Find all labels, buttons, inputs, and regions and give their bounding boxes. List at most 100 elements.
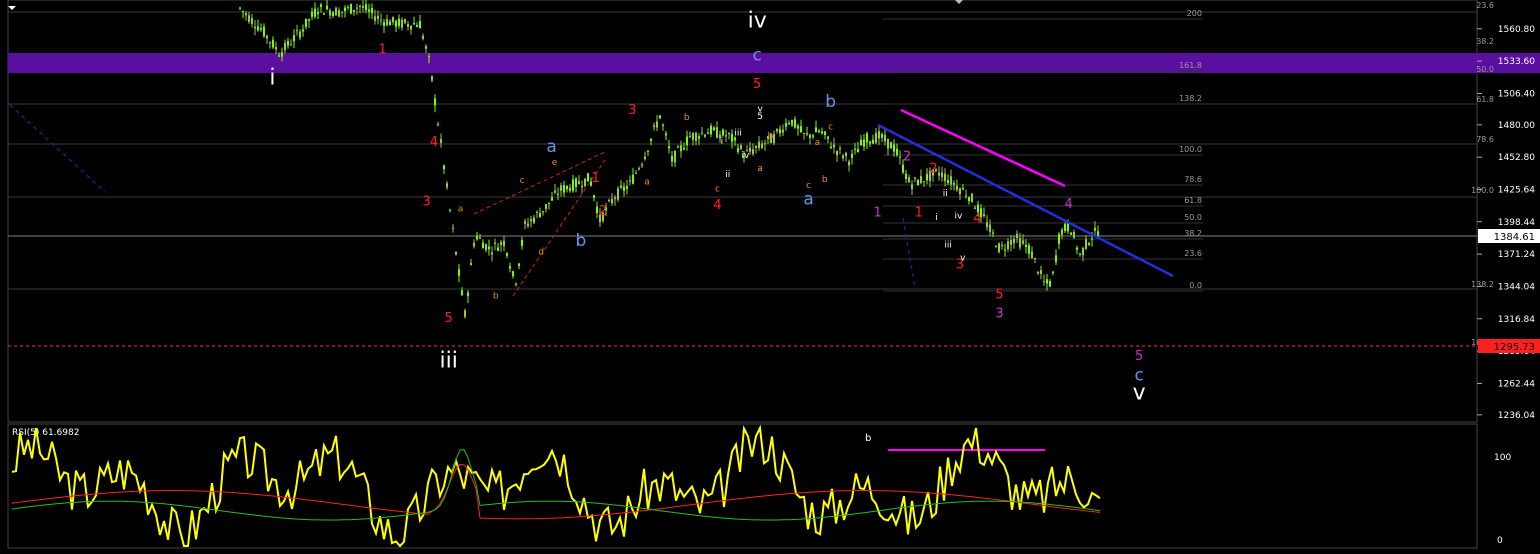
candle-body [344,7,346,11]
wave-label: b [822,175,828,185]
wave-label: b [576,231,587,251]
wave-label: a [546,137,556,157]
candle-body [470,262,472,266]
candle-body [635,172,637,174]
candle-body [323,13,325,15]
wave-label: c [1134,365,1143,385]
candle-body [665,133,667,136]
candle-body [1073,232,1075,238]
candle-body [851,153,853,158]
candle-body [623,186,625,191]
wave-label: 1 [874,205,882,220]
candle-body [386,19,388,26]
wave-label: ii [725,170,730,180]
fib-label: 61.8 [1184,196,1202,205]
candle-body [524,221,526,224]
candle-body [536,211,538,213]
candle-body [800,126,802,133]
candle-body [494,242,496,244]
candle-body [452,227,454,229]
wave-label: 5 [753,77,761,92]
candle-body [596,206,598,214]
price-tick-label: 1344.04 [1498,282,1535,292]
candle-body [518,263,520,267]
chart-canvas[interactable]: 200161.8138.2100.078.661.850.038.223.60.… [0,0,1540,550]
candle-body [395,21,397,27]
candle-body [854,148,856,150]
candle-body [476,235,478,240]
wave-label: iii [944,240,952,250]
candle-body [626,185,628,190]
candle-body [1007,241,1009,250]
candle-body [1079,253,1081,255]
candle-body [644,156,646,160]
candle-body [314,8,316,17]
fib-label: 138.2 [1179,94,1202,103]
candle-body [350,4,352,14]
candle-body [293,35,295,42]
candle-body [359,5,361,7]
wave-label: c [806,181,811,191]
fib-label-far: 138.2 [1471,280,1494,289]
chart-background [0,0,1540,550]
candle-body [923,181,925,183]
fib-label: 0.0 [1189,281,1202,290]
candle-body [326,5,328,10]
candle-body [500,241,502,246]
candle-body [434,98,436,106]
wave-label: 1 [915,205,923,220]
candle-body [698,136,700,139]
candle-body [848,161,850,166]
candle-body [272,39,274,48]
rsi-title: RSI(5) 61.6982 [12,428,79,438]
candle-body [449,209,451,211]
candle-body [959,188,961,195]
candle-body [461,290,463,296]
candle-body [620,185,622,188]
candle-body [1076,247,1078,250]
wave-label: 4 [1064,197,1072,212]
wave-label: c [753,46,762,66]
candle-body [1058,234,1060,244]
candle-body [908,177,910,183]
candle-body [377,15,379,19]
candle-body [629,180,631,182]
wave-label: a [644,177,650,187]
candle-body [1010,240,1012,245]
candle-body [722,129,724,136]
candle-body [254,26,256,29]
candle-body [806,133,808,135]
candle-body [884,134,886,142]
candle-body [692,133,694,140]
wave-label: 1 [378,42,386,57]
candle-body [737,148,739,152]
wave-label: 5 [995,287,1003,302]
candle-body [365,4,367,11]
candle-body [1028,245,1030,254]
candle-body [368,9,370,12]
candle-body [983,214,985,216]
candle-body [341,11,343,13]
candle-body [530,219,532,222]
candle-body [572,179,574,191]
candle-body [752,149,754,154]
candle-body [869,141,871,144]
candle-body [320,4,322,7]
candle-body [818,130,820,133]
candle-body [713,127,715,131]
rsi-tick-100: 100 [1494,453,1511,463]
candle-body [548,202,550,204]
fib-label-far: 23.6 [1476,1,1494,10]
candle-body [782,129,784,133]
price-tick-label: 1262.44 [1498,379,1535,389]
candle-body [281,52,283,57]
candle-body [554,190,556,193]
wave-label: a [803,189,813,209]
candle-body [614,197,616,200]
candle-body [1070,232,1072,235]
wave-label: 2 [929,161,937,176]
candle-body [857,148,859,153]
trading-chart[interactable]: 200 161.8 138.2 100.0 78.6 61.8 50.0 38.2 23.6 0.… [0,0,1540,550]
wave-label: 2 [903,149,911,164]
wave-label: 4 [973,211,981,226]
